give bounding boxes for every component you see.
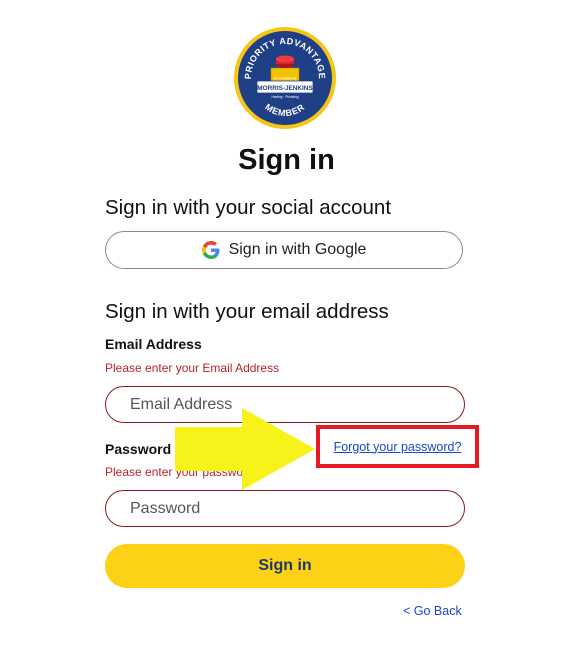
email-error: Please enter your Email Address [105, 361, 280, 375]
annotation-arrow-icon [175, 408, 315, 490]
svg-text:MORRIS-JENKINS: MORRIS-JENKINS [257, 85, 313, 92]
forgot-password-link[interactable]: Forgot your password? [334, 440, 462, 454]
forgot-password-highlight: Forgot your password? [316, 425, 479, 468]
svg-text:Heating · Plumbing: Heating · Plumbing [271, 95, 298, 99]
google-signin-button[interactable]: Sign in with Google [105, 231, 463, 269]
signin-button[interactable]: Sign in [105, 544, 465, 588]
password-label: Password [105, 441, 172, 457]
email-label: Email Address [105, 336, 202, 352]
google-signin-label: Sign in with Google [228, 241, 367, 258]
svg-text:Air Conditioning: Air Conditioning [274, 77, 297, 81]
priority-advantage-logo: PRIORITY ADVANTAGE MEMBER Air Conditioni… [234, 27, 336, 129]
email-section-heading: Sign in with your email address [105, 300, 389, 323]
go-back-link[interactable]: < Go Back [403, 604, 462, 618]
social-heading: Sign in with your social account [105, 196, 392, 219]
password-input[interactable] [105, 490, 465, 527]
google-icon [201, 241, 219, 259]
page-title: Sign in [238, 144, 335, 176]
